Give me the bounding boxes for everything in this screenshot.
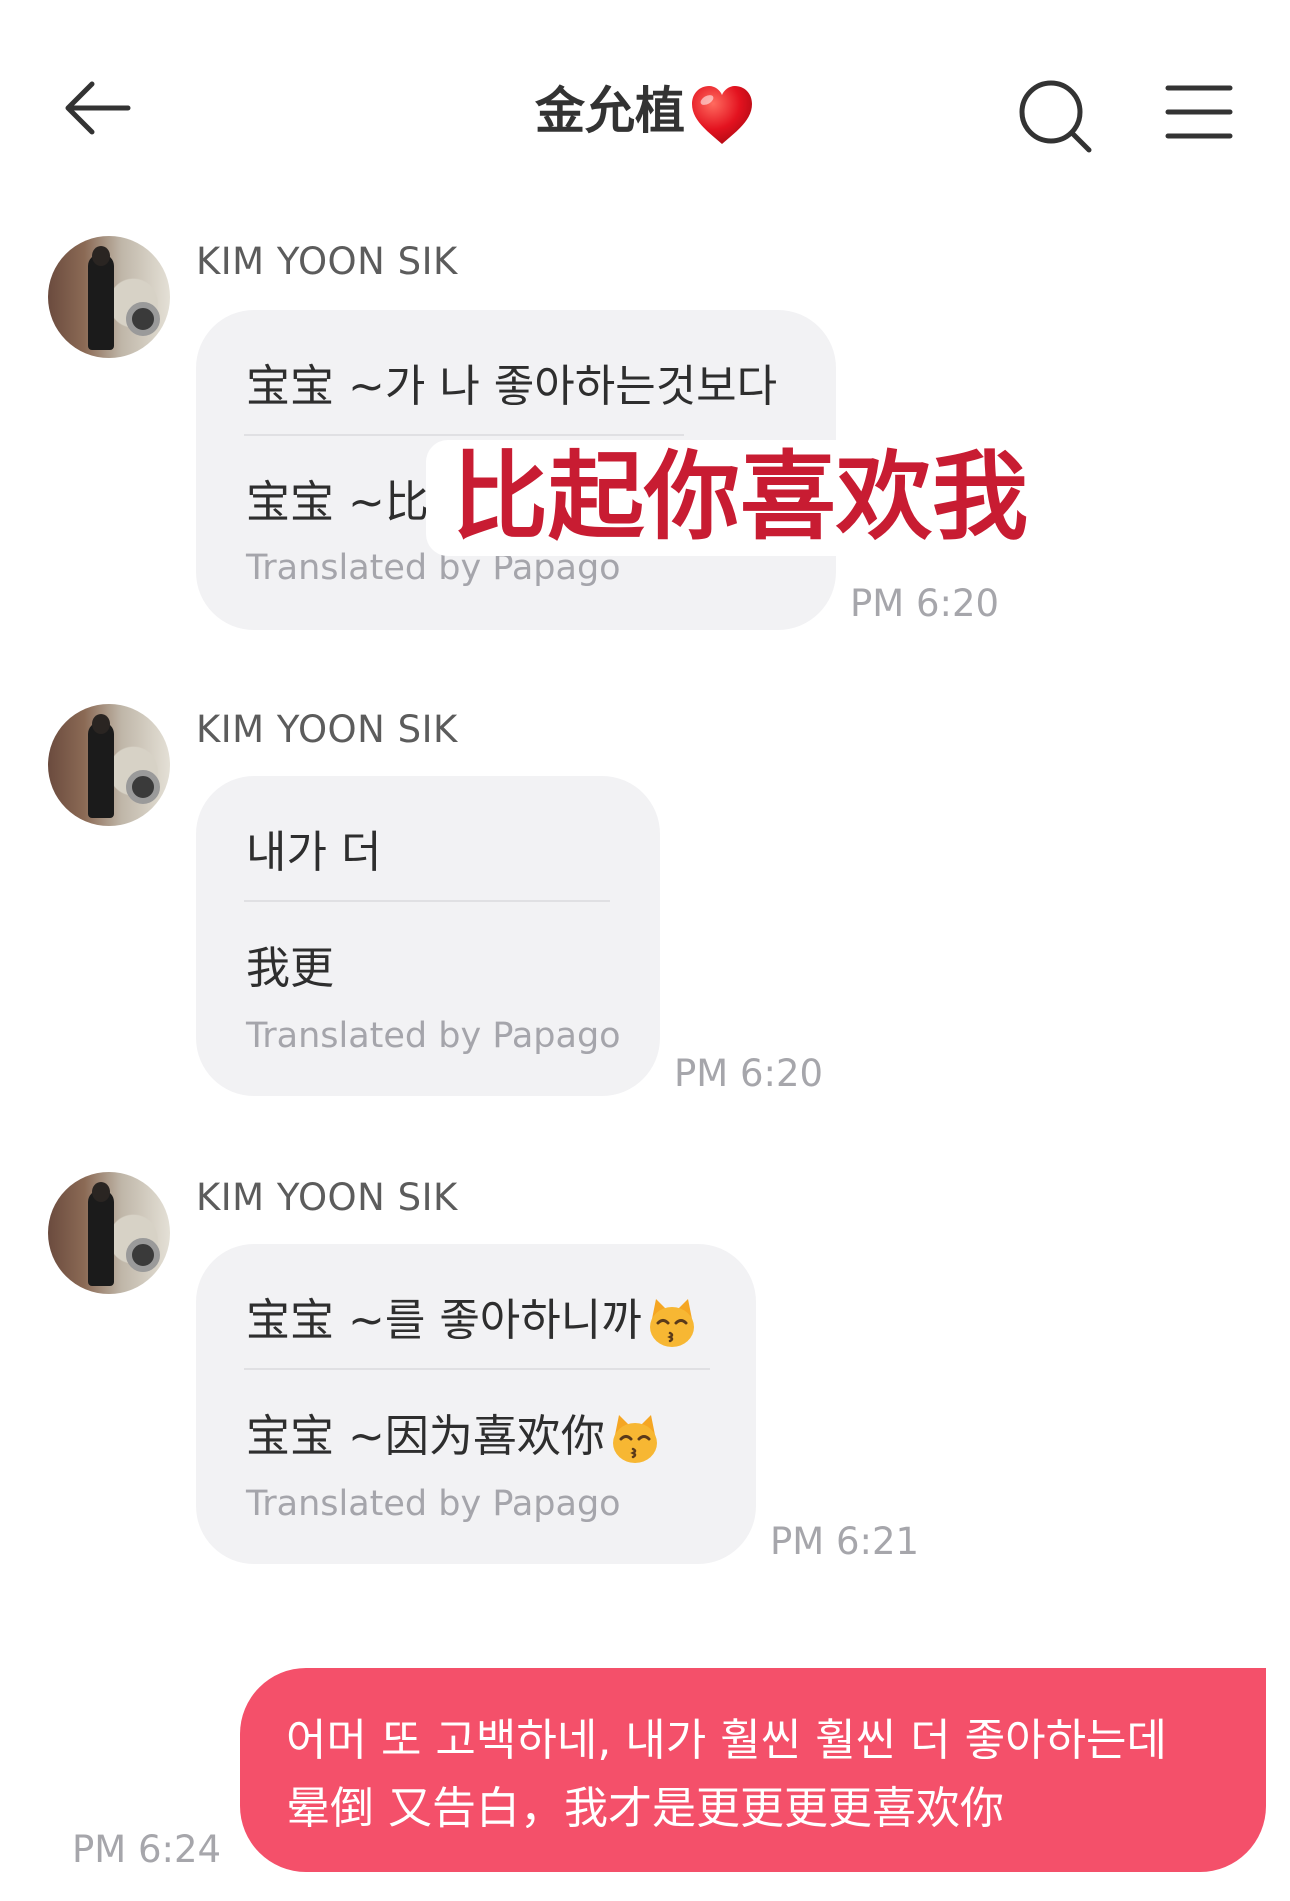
- timestamp: PM 6:20: [674, 1052, 824, 1095]
- header-bar: 金允植: [0, 0, 1290, 200]
- translated-text: 我更: [246, 943, 334, 994]
- chat-title-text: 金允植: [535, 82, 685, 140]
- translated-by-label: Translated by Papago: [246, 1484, 621, 1524]
- avatar-car-wheel: [126, 1238, 160, 1272]
- avatar-person-head: [92, 714, 110, 734]
- my-message-line-2: 晕倒 又告白，我才是更更更更喜欢你: [286, 1783, 1004, 1834]
- sender-name: KIM YOON SIK: [196, 1176, 458, 1219]
- caption-text: 比起你喜欢我: [452, 441, 1028, 553]
- original-text: 宝宝 ~가 나 좋아하는것보다: [246, 361, 778, 412]
- timestamp: PM 6:20: [850, 582, 1000, 625]
- kissing-cat-emoji-icon: [612, 1415, 657, 1463]
- avatar-car-wheel: [126, 302, 160, 336]
- translated-line: 宝宝 ~因为喜欢你: [246, 1400, 661, 1465]
- original-text: 宝宝 ~를 좋아하니까: [246, 1295, 642, 1346]
- timestamp: PM 6:21: [770, 1520, 920, 1563]
- my-message-timestamp: PM 6:24: [72, 1828, 222, 1871]
- divider: [244, 900, 610, 902]
- sender-name: KIM YOON SIK: [196, 708, 458, 751]
- message-3: KIM YOON SIK 宝宝 ~를 좋아하니까 宝宝 ~因为喜欢你 Trans…: [0, 1168, 1290, 1588]
- message-bubble[interactable]: 宝宝 ~를 좋아하니까 宝宝 ~因为喜欢你 Translated by Papa…: [196, 1244, 756, 1564]
- divider: [244, 434, 684, 436]
- my-message-line-1: 어머 또 고백하네, 내가 훨씬 훨씬 더 좋아하는데: [286, 1715, 1168, 1766]
- avatar-person: [88, 254, 114, 350]
- avatar[interactable]: [48, 704, 170, 826]
- translated-text: 宝宝 ~比: [246, 477, 429, 528]
- avatar-car-wheel: [126, 770, 160, 804]
- translated-by-label: Translated by Papago: [246, 1016, 621, 1056]
- chat-title: 金允植: [0, 76, 1290, 146]
- my-message-bubble[interactable]: 어머 또 고백하네, 내가 훨씬 훨씬 더 좋아하는데 晕倒 又告白，我才是更更…: [240, 1668, 1266, 1872]
- message-2: KIM YOON SIK 내가 더 我更 Translated by Papag…: [0, 700, 1290, 1120]
- avatar-person: [88, 722, 114, 818]
- chat-screen: 金允植 KIM YOON SIK 宝宝 ~가 나 좋아하는것보다 宝宝 ~比 T…: [0, 0, 1290, 1901]
- translated-text: 宝宝 ~因为喜欢你: [246, 1411, 605, 1462]
- kissing-cat-emoji-icon: [649, 1299, 694, 1347]
- avatar-person: [88, 1190, 114, 1286]
- original-text: 내가 더: [246, 827, 382, 878]
- avatar-person-head: [92, 246, 110, 266]
- hamburger-menu-icon[interactable]: [1164, 80, 1234, 144]
- sender-name: KIM YOON SIK: [196, 240, 458, 283]
- original-line: 宝宝 ~를 좋아하니까: [246, 1284, 698, 1349]
- avatar-person-head: [92, 1182, 110, 1202]
- avatar[interactable]: [48, 236, 170, 358]
- message-bubble[interactable]: 내가 더 我更 Translated by Papago: [196, 776, 660, 1096]
- search-icon[interactable]: [1015, 76, 1095, 156]
- caption-overlay: 比起你喜欢我: [426, 440, 1066, 556]
- divider: [244, 1368, 710, 1370]
- heart-icon: [692, 85, 752, 144]
- avatar[interactable]: [48, 1172, 170, 1294]
